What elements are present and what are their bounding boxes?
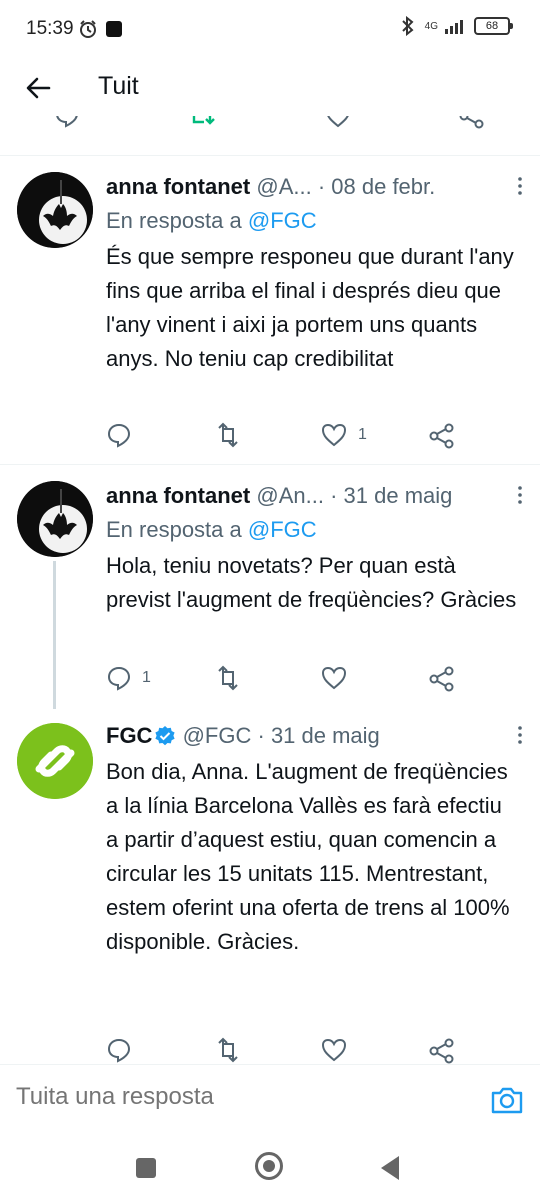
retweet-button[interactable] <box>214 422 252 448</box>
reply-context: En resposta a @FGC <box>106 204 520 238</box>
like-icon <box>321 423 347 447</box>
system-back-button[interactable] <box>381 1156 399 1180</box>
tweet-text: És que sempre responeu que durant l'any … <box>106 244 514 371</box>
share-icon[interactable] <box>458 116 486 130</box>
notification-icon <box>106 21 122 37</box>
retweet-icon <box>218 665 238 691</box>
more-icon[interactable] <box>514 483 526 507</box>
retweet-button[interactable] <box>214 665 252 691</box>
share-icon <box>429 423 454 449</box>
reply-icon <box>107 1038 131 1063</box>
reply-icon[interactable] <box>54 116 80 128</box>
recents-button[interactable] <box>136 1158 156 1178</box>
more-icon[interactable] <box>514 174 526 198</box>
author-name[interactable]: FGC <box>106 723 152 748</box>
camera-button[interactable] <box>490 1085 524 1115</box>
tweet-actions: 1 <box>106 422 466 452</box>
avatar[interactable] <box>17 481 93 557</box>
reply-prefix: En resposta a <box>106 517 242 542</box>
author-name[interactable]: anna fontanet <box>106 174 250 199</box>
author-name[interactable]: anna fontanet <box>106 483 250 508</box>
separator-dot: · <box>317 174 326 199</box>
battery-icon: 68 <box>474 17 513 35</box>
reply-count: 1 <box>142 669 151 686</box>
reply-prefix: En resposta a <box>106 208 242 233</box>
retweet-icon[interactable] <box>190 116 218 130</box>
reply-button[interactable] <box>106 422 142 448</box>
like-icon <box>321 1038 347 1062</box>
tweet-date[interactable]: 08 de febr. <box>331 174 435 199</box>
back-arrow-icon <box>26 77 51 99</box>
reply-icon <box>107 666 131 691</box>
verified-icon <box>155 726 176 746</box>
separator-dot: · <box>330 483 338 508</box>
home-button[interactable] <box>255 1152 283 1180</box>
previous-tweet-actions <box>0 116 540 140</box>
network-type: 4G <box>424 20 438 32</box>
share-button[interactable] <box>428 665 456 693</box>
share-button[interactable] <box>428 422 456 450</box>
retweet-icon <box>218 1037 238 1063</box>
bluetooth-icon <box>401 16 414 36</box>
fgc-logo-avatar <box>17 723 93 799</box>
like-button[interactable] <box>320 665 358 691</box>
tweet-date[interactable]: 31 de maig <box>344 483 453 508</box>
reply-input[interactable] <box>16 1083 456 1111</box>
system-nav-bar <box>0 1138 540 1200</box>
author-handle[interactable]: @A... <box>256 174 311 199</box>
status-bar: 15:39 4G 68 <box>0 0 540 60</box>
camera-icon <box>491 1087 523 1114</box>
signal-icon <box>445 20 463 34</box>
reply-context: En resposta a @FGC <box>106 513 520 547</box>
retweet-icon <box>218 422 238 448</box>
tweet-item[interactable]: anna fontanet @An... · 31 de maig En res… <box>0 465 540 709</box>
author-handle[interactable]: @FGC <box>183 723 252 748</box>
reply-mention[interactable]: @FGC <box>248 208 317 233</box>
share-button[interactable] <box>428 1037 456 1065</box>
separator-dot: · <box>257 723 265 748</box>
back-button[interactable] <box>22 72 54 104</box>
share-icon <box>429 666 454 692</box>
more-icon[interactable] <box>514 723 526 747</box>
tweet-item[interactable]: FGC @FGC · 31 de maig Bon dia, Anna. L'a… <box>0 705 540 1064</box>
like-button[interactable]: 1 <box>320 422 367 448</box>
reply-button[interactable]: 1 <box>106 665 151 691</box>
reply-button[interactable] <box>106 1037 142 1063</box>
retweet-button[interactable] <box>214 1037 252 1063</box>
tweet-text: Bon dia, Anna. L'augment de freqüències … <box>106 759 510 954</box>
avatar[interactable] <box>17 723 93 799</box>
reply-bar <box>0 1064 540 1138</box>
like-count: 1 <box>358 426 367 443</box>
reply-icon <box>107 423 131 448</box>
tweet-actions: 1 <box>106 665 466 695</box>
thread-connector <box>53 561 56 709</box>
share-icon <box>429 1038 454 1064</box>
like-icon <box>321 666 347 690</box>
like-button[interactable] <box>320 1037 358 1063</box>
alarm-icon <box>80 20 96 38</box>
status-time: 15:39 <box>26 18 74 39</box>
like-icon[interactable] <box>324 116 352 130</box>
tweet-text: Hola, teniu novetats? Per quan està prev… <box>106 553 517 612</box>
bat-avatar-image <box>17 481 93 557</box>
page-title: Tuit <box>98 72 139 100</box>
tweet-date[interactable]: 31 de maig <box>271 723 380 748</box>
reply-mention[interactable]: @FGC <box>248 517 317 542</box>
tweet-item[interactable]: anna fontanet @A... · 08 de febr. En res… <box>0 156 540 464</box>
author-handle[interactable]: @An... <box>256 483 324 508</box>
avatar[interactable] <box>17 172 93 248</box>
top-bar: Tuit <box>0 60 540 116</box>
bat-avatar-image <box>17 172 93 248</box>
tweet-actions <box>106 1037 466 1067</box>
